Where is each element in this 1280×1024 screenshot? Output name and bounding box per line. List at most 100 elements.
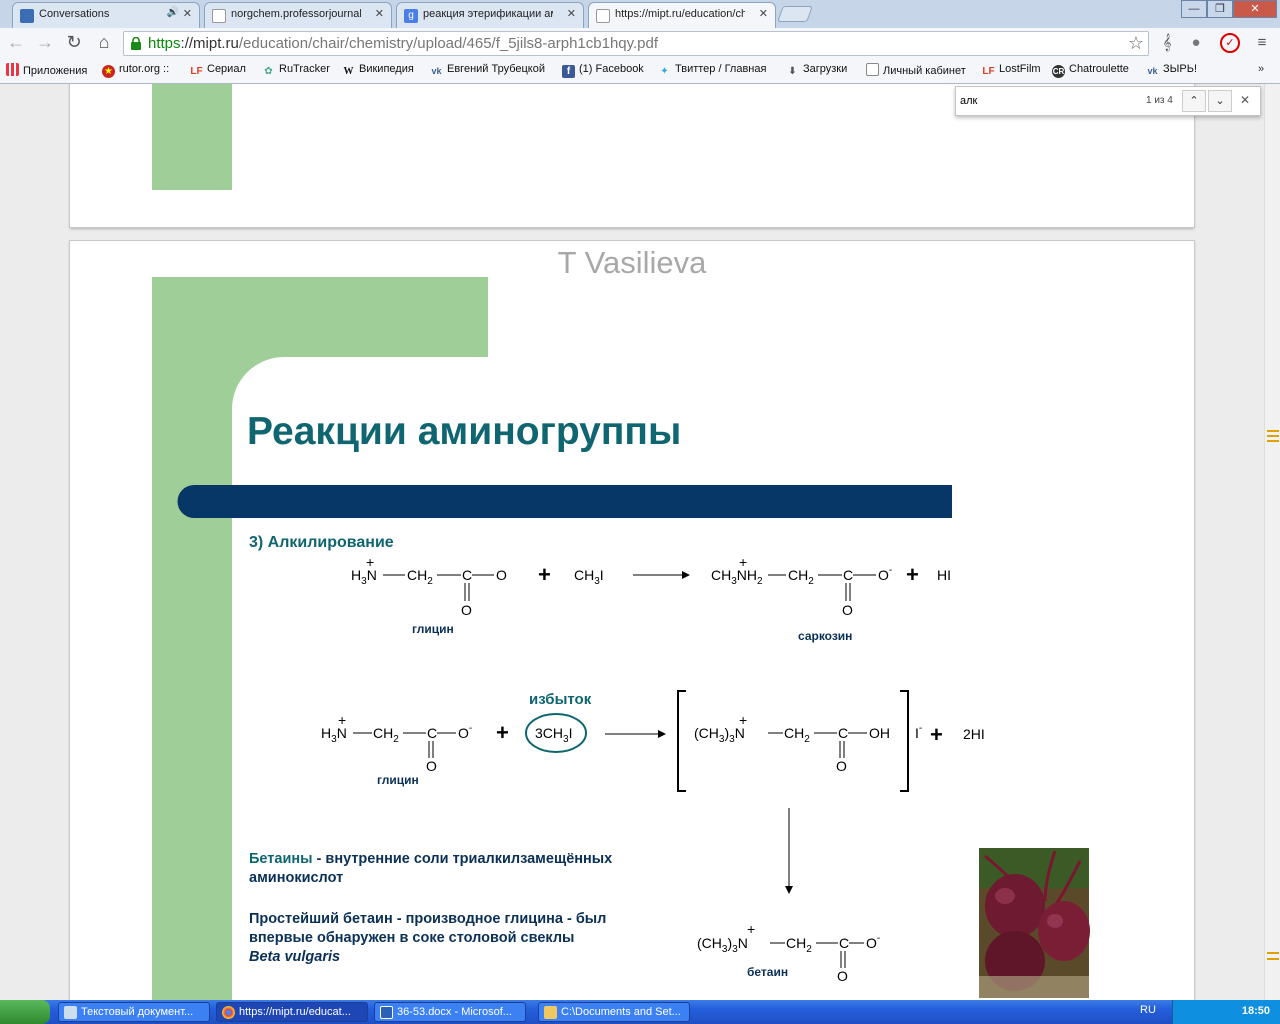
close-icon[interactable]: ✕ (183, 7, 192, 20)
bookmarks-overflow-icon[interactable]: » (1258, 63, 1264, 75)
bookmark-chatroulette[interactable]: CR Chatroulette (1052, 63, 1129, 78)
bookmark-label: Chatroulette (1069, 63, 1129, 75)
bookmark-lostfilm[interactable]: LF LostFilm (982, 63, 1040, 78)
rutracker-icon: ✿ (264, 66, 273, 77)
svg-text:CH2: CH2 (788, 567, 814, 587)
bookmark-twitter[interactable]: ✦ Твиттер / Главная (658, 63, 766, 78)
find-next-button[interactable]: ⌄ (1208, 90, 1232, 112)
menu-icon[interactable]: ≡ (1252, 33, 1272, 53)
svg-text:CH2: CH2 (407, 567, 433, 587)
svg-text:(CH3)3N: (CH3)3N (697, 935, 748, 955)
new-tab-button[interactable] (777, 6, 813, 22)
svg-text:O: O (426, 758, 437, 774)
chatroulette-icon: CR (1052, 65, 1065, 78)
reload-button[interactable]: ↻ (62, 32, 86, 53)
svg-text:+: + (366, 554, 374, 570)
forward-button[interactable]: → (33, 32, 57, 53)
close-icon[interactable]: ✕ (375, 7, 384, 20)
apps-grid-icon (6, 63, 19, 76)
tab-label: https://mipt.ru/education/ch (615, 8, 745, 20)
tab-google-search[interactable]: g реакция этерификации ами ✕ (396, 2, 584, 28)
find-previous-button[interactable]: ⌃ (1182, 90, 1206, 112)
svg-text:C: C (839, 935, 849, 951)
bookmark-downloads[interactable]: ⬇ Загрузки (786, 63, 847, 78)
page-icon (596, 9, 610, 23)
url-text: https://mipt.ru/education/chair/chemistr… (148, 35, 658, 52)
tab-conversations[interactable]: Conversations 🔊 ✕ (12, 2, 200, 28)
bookmark-zyr[interactable]: vk ЗЫРЬ! (1146, 63, 1197, 78)
svg-text:C: C (427, 725, 437, 741)
bookmark-rutor[interactable]: ★ rutor.org :: (102, 63, 169, 78)
close-icon[interactable]: ✕ (759, 7, 768, 20)
maximize-button[interactable]: ❐ (1207, 0, 1233, 18)
start-button[interactable] (0, 1000, 50, 1024)
svg-text:+: + (338, 712, 346, 728)
back-button[interactable]: ← (4, 32, 28, 53)
betaine-history: Простейший бетаин - производное глицина … (249, 911, 606, 965)
svg-text:I-: I- (915, 723, 922, 741)
byproduct-2hi: 2HI (963, 726, 985, 742)
minimize-button[interactable]: — (1181, 0, 1207, 18)
bookmark-label: Загрузки (803, 63, 848, 75)
find-close-icon[interactable]: ✕ (1240, 93, 1250, 107)
find-bar: 1 из 4 ⌃ ⌄ ✕ (955, 86, 1261, 116)
betaines-definition: Бетаины - внутренние соли триалкилзамещё… (249, 851, 612, 886)
bookmark-label: Приложения (23, 65, 88, 77)
svg-text:OH: OH (869, 725, 890, 741)
taskbar-item-chrome[interactable]: https://mipt.ru/educat... (216, 1002, 368, 1022)
close-icon[interactable]: ✕ (567, 7, 576, 20)
find-result-marker (1267, 435, 1279, 437)
taskbar-item-word[interactable]: 36-53.docx - Microsof... (374, 1002, 526, 1022)
find-input[interactable] (960, 91, 1140, 111)
slide-title: Реакции аминогруппы (247, 410, 681, 453)
svg-text:CH3I: CH3I (574, 567, 604, 587)
music-extension-icon[interactable]: 𝄞 (1157, 33, 1177, 53)
svg-text:O: O (837, 968, 848, 984)
svg-text:H3N: H3N (321, 725, 347, 745)
taskbar-item-notepad[interactable]: Текстовый документ... (58, 1002, 210, 1022)
excess-label: избыток (529, 691, 592, 708)
reaction-1: H3N + CH2 C O O + CH3I CH3NH2 + CH2 C O-… (351, 554, 951, 643)
bookmark-cabinet[interactable]: Личный кабинет (866, 63, 966, 77)
glycine-label: глицин (377, 773, 419, 787)
speaker-icon[interactable]: 🔊 (167, 7, 179, 18)
find-result-marker (1267, 958, 1279, 960)
chat-extension-icon[interactable]: ● (1186, 33, 1206, 53)
find-result-marker (1267, 952, 1279, 954)
pdf-viewer[interactable]: T Vasilieva Реакции аминогруппы 3) Алкил… (0, 84, 1264, 1000)
svg-text:O: O (842, 602, 853, 618)
bookmark-rutracker[interactable]: ✿ RuTracker (262, 63, 330, 78)
svg-text:+: + (747, 921, 755, 937)
taskbar-item-explorer[interactable]: C:\Documents and Set... (538, 1002, 690, 1022)
glycine-label: глицин (412, 622, 454, 636)
bookmark-label: RuTracker (279, 63, 330, 75)
bookmark-facebook[interactable]: f (1) Facebook (562, 63, 644, 78)
tab-mipt-pdf[interactable]: https://mipt.ru/education/ch ✕ (588, 2, 776, 29)
bookmark-wikipedia[interactable]: W Википедия (342, 63, 414, 78)
svg-text:O-: O- (458, 723, 472, 741)
bookmark-label: ЗЫРЬ! (1163, 63, 1197, 75)
tab-norgchem[interactable]: norgchem.professorjournal.r ✕ (204, 2, 392, 28)
page-icon (866, 63, 879, 76)
language-indicator[interactable]: RU (1140, 1004, 1156, 1016)
clock[interactable]: 18:50 (1242, 1005, 1270, 1017)
bookmark-serial[interactable]: LF Сериал (190, 63, 246, 78)
find-result-marker (1267, 430, 1279, 432)
address-bar[interactable]: https://mipt.ru/education/chair/chemistr… (123, 31, 1149, 56)
bookmark-vk-trubetskoy[interactable]: vk Евгений Трубецкой (430, 63, 545, 78)
title-underline-bar (177, 485, 952, 518)
home-button[interactable]: ⌂ (92, 32, 116, 53)
bookmark-star-icon[interactable]: ☆ (1128, 33, 1144, 54)
speed-extension-icon[interactable]: ✓ (1220, 33, 1240, 53)
svg-text:CH2: CH2 (784, 725, 810, 745)
window-close-button[interactable]: ✕ (1233, 0, 1277, 18)
svg-text:+: + (739, 712, 747, 728)
slide-green-band (152, 277, 488, 1000)
plus-sign: + (906, 562, 919, 587)
svg-text:CH3NH2: CH3NH2 (711, 567, 763, 587)
facebook-icon: f (562, 65, 575, 78)
bookmark-label: Сериал (207, 63, 246, 75)
sarcosine-label: саркозин (798, 629, 852, 643)
bookmark-apps[interactable]: Приложения (6, 63, 87, 77)
vertical-scrollbar[interactable] (1264, 84, 1280, 1000)
